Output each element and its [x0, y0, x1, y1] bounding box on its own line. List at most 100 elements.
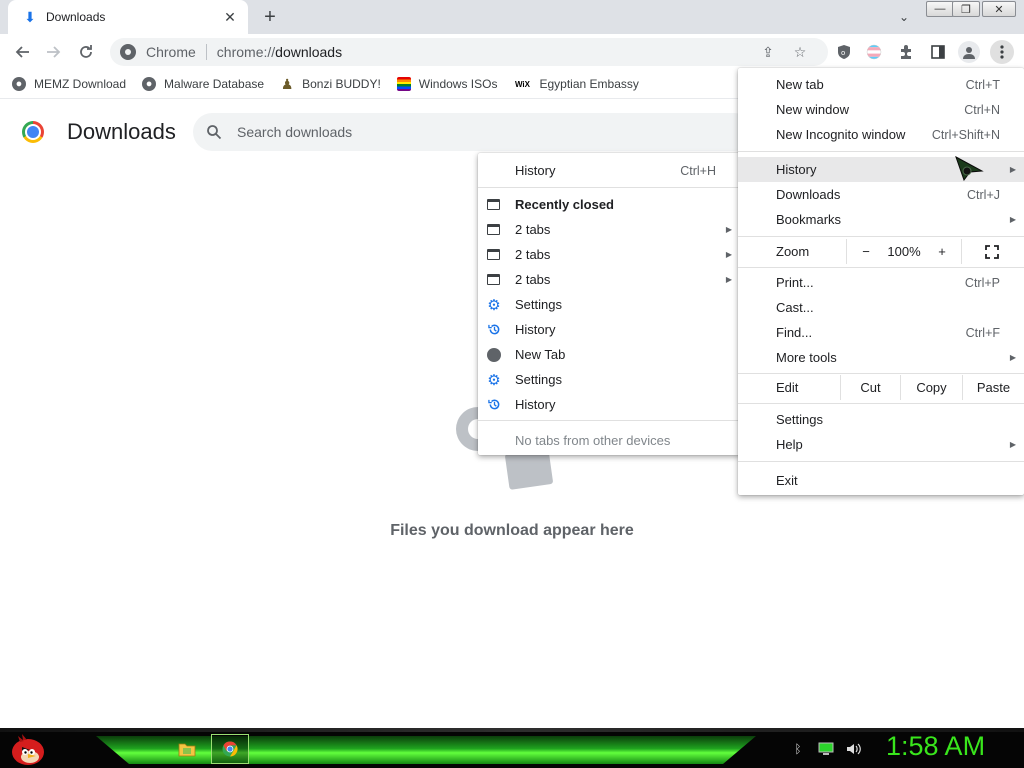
menu-item-more-tools[interactable]: More tools ▶ [738, 345, 1024, 370]
menu-divider [738, 267, 1024, 268]
page-title: Downloads [67, 119, 176, 144]
profile-avatar-icon[interactable] [958, 41, 980, 63]
menu-item-new-window[interactable]: New window Ctrl+N [738, 97, 1024, 122]
url-host: downloads [275, 44, 343, 60]
share-icon[interactable]: ⇪ [760, 44, 776, 60]
recently-closed-item[interactable]: 2 tabs ▶ [478, 217, 740, 242]
menu-item-downloads[interactable]: Downloads Ctrl+J [738, 182, 1024, 207]
trans-flag-extension-icon[interactable] [864, 42, 884, 62]
address-bar[interactable]: Chrome chrome:// downloads ⇪ ☆ [110, 38, 828, 66]
url-scheme: chrome:// [216, 44, 276, 60]
history-menu-item-history[interactable]: History Ctrl+H [478, 158, 740, 183]
bookmark-bonzi-buddy[interactable]: ♟ Bonzi BUDDY! [280, 76, 381, 92]
taskbar-clock[interactable]: 1:58 AM [886, 731, 1016, 762]
search-input[interactable] [237, 124, 637, 140]
omnibox-divider [205, 44, 207, 60]
chrome-taskbar-icon[interactable] [211, 734, 249, 764]
globe-icon: ● [142, 77, 157, 91]
bookmark-windows-isos[interactable]: Windows ISOs [396, 77, 497, 91]
start-button-angry-bird-icon[interactable] [8, 730, 48, 766]
menu-item-find[interactable]: Find... Ctrl+F [738, 320, 1024, 345]
menu-divider [738, 151, 1024, 152]
menu-divider [738, 403, 1024, 404]
recently-closed-item[interactable]: New Tab [478, 342, 740, 367]
back-button[interactable] [8, 38, 36, 66]
menu-divider [478, 187, 740, 188]
recently-closed-item[interactable]: History [478, 317, 740, 342]
menu-item-new-incognito-window[interactable]: New Incognito window Ctrl+Shift+N [738, 122, 1024, 147]
volume-icon[interactable] [846, 741, 862, 757]
gear-icon: ⚙ [487, 371, 501, 389]
tab-search-chevron-icon[interactable]: ⌄ [894, 8, 914, 26]
menu-item-print[interactable]: Print... Ctrl+P [738, 270, 1024, 295]
menu-item-new-tab[interactable]: New tab Ctrl+T [738, 72, 1024, 97]
file-explorer-taskbar-icon[interactable] [168, 734, 206, 764]
window-icon [487, 274, 500, 285]
recently-closed-item[interactable]: History [478, 392, 740, 417]
zoom-in-button[interactable]: + [932, 239, 952, 264]
tab-strip: ⬇ Downloads ✕ + ⌄ — ❐ ✕ [0, 0, 1024, 34]
forward-button[interactable] [40, 38, 68, 66]
new-tab-button[interactable]: + [258, 5, 282, 29]
recently-closed-item[interactable]: 2 tabs ▶ [478, 242, 740, 267]
ublock-shield-icon[interactable]: o [834, 42, 854, 62]
side-panel-icon[interactable] [928, 42, 948, 62]
globe-icon: ● [12, 77, 26, 91]
paste-button[interactable]: Paste [962, 375, 1024, 400]
bluetooth-icon[interactable]: ᛒ [790, 741, 806, 757]
history-submenu: History Ctrl+H Recently closed 2 tabs ▶ … [478, 153, 740, 455]
recently-closed-item[interactable]: ⚙ Settings [478, 292, 740, 317]
menu-item-cast[interactable]: Cast... [738, 295, 1024, 320]
menu-item-bookmarks[interactable]: Bookmarks ▶ [738, 207, 1024, 232]
taskbar: ᛒ 1:58 AM [0, 728, 1024, 768]
search-icon [205, 123, 223, 141]
reload-button[interactable] [72, 38, 100, 66]
menu-divider [738, 373, 1024, 374]
extensions-puzzle-icon[interactable] [896, 42, 916, 62]
window-icon [487, 249, 500, 260]
cut-button[interactable]: Cut [840, 375, 900, 400]
gear-icon: ⚙ [487, 296, 501, 314]
tab-title: Downloads [46, 10, 106, 24]
reload-icon [80, 45, 92, 58]
menu-item-zoom: Zoom − 100% + [738, 239, 1024, 264]
minimize-button[interactable]: — [926, 1, 954, 17]
submenu-arrow-icon: ▶ [725, 275, 732, 284]
bookmark-egyptian-embassy[interactable]: WiX Egyptian Embassy [513, 77, 639, 91]
recently-closed-item[interactable]: ⚙ Settings [478, 367, 740, 392]
tab-close-icon[interactable]: ✕ [222, 9, 238, 25]
history-icon [487, 323, 501, 337]
globe-icon [487, 347, 501, 362]
menu-item-exit[interactable]: Exit [738, 468, 1024, 493]
close-window-button[interactable]: ✕ [982, 1, 1016, 17]
svg-text:o: o [841, 49, 845, 57]
window-icon [487, 199, 500, 210]
bookmark-star-icon[interactable]: ☆ [792, 44, 808, 60]
chrome-app-menu: New tab Ctrl+T New window Ctrl+N New Inc… [738, 68, 1024, 495]
bookmark-malware-database[interactable]: ● Malware Database [142, 77, 264, 91]
chrome-menu-kebab-icon[interactable] [990, 40, 1014, 64]
menu-divider [738, 236, 1024, 237]
site-chip: Chrome [146, 44, 196, 60]
submenu-arrow-icon: ▶ [1009, 215, 1016, 224]
chrome-logo-icon [22, 121, 44, 143]
network-icon[interactable] [818, 741, 834, 757]
wix-icon: WiX [514, 79, 530, 89]
menu-item-settings[interactable]: Settings [738, 407, 1024, 432]
mouse-cursor-icon [955, 155, 984, 181]
menu-item-edit: Edit Cut Copy Paste [738, 375, 1024, 400]
maximize-button[interactable]: ❐ [952, 1, 980, 17]
zoom-out-button[interactable]: − [856, 239, 876, 264]
recently-closed-item[interactable]: 2 tabs ▶ [478, 267, 740, 292]
copy-button[interactable]: Copy [900, 375, 962, 400]
submenu-arrow-icon: ▶ [1009, 165, 1016, 174]
search-downloads-bar[interactable] [193, 113, 753, 151]
recently-closed-header: Recently closed [478, 192, 740, 217]
toolbar: Chrome chrome:// downloads ⇪ ☆ o [0, 34, 1024, 70]
empty-downloads-message: Files you download appear here [390, 522, 634, 539]
tab-downloads[interactable]: ⬇ Downloads ✕ [8, 0, 248, 34]
fullscreen-icon[interactable] [980, 239, 1004, 264]
bookmark-memz[interactable]: ● MEMZ Download [12, 77, 126, 91]
menu-item-help[interactable]: Help ▶ [738, 432, 1024, 457]
system-tray: ᛒ [790, 738, 862, 760]
